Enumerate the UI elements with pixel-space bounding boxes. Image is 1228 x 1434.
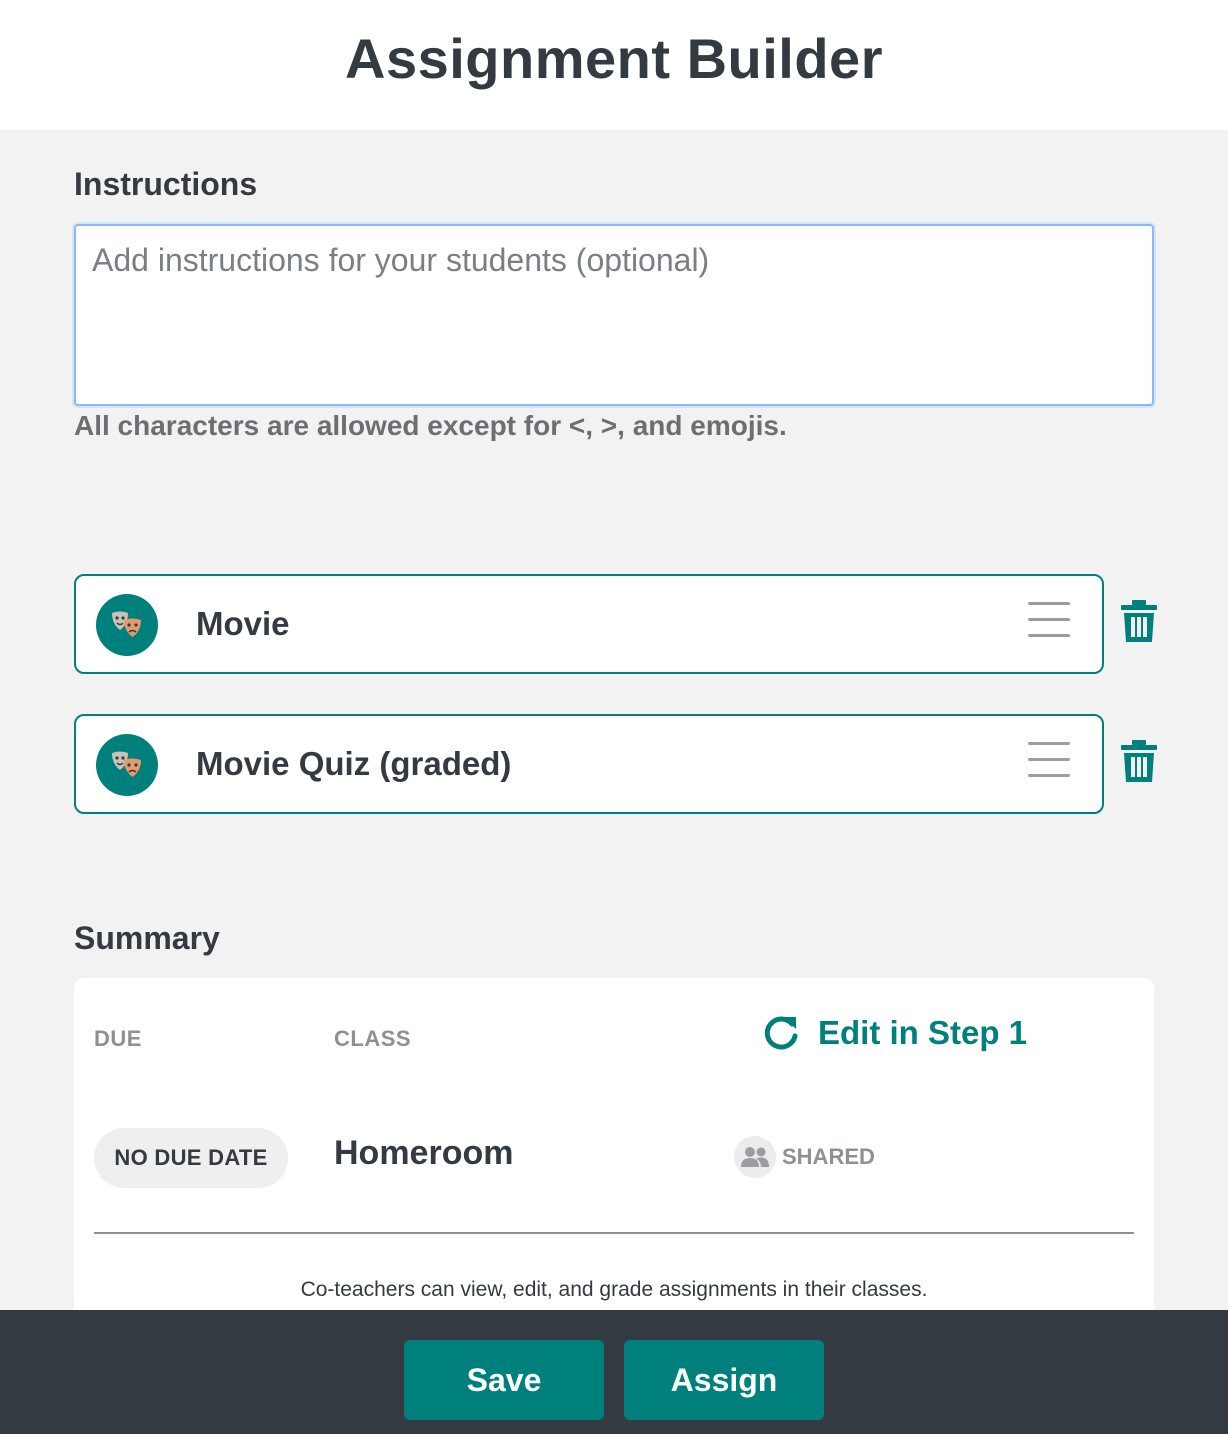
footer-bar: Save Assign [0, 1310, 1228, 1434]
refresh-icon [764, 1016, 798, 1050]
trash-icon[interactable] [1120, 740, 1158, 782]
shared-status: SHARED [734, 1136, 875, 1178]
save-button[interactable]: Save [404, 1340, 604, 1420]
edit-link-label: Edit in Step 1 [818, 1014, 1028, 1051]
instructions-hint: All characters are allowed except for <,… [74, 410, 787, 441]
divider [94, 1232, 1134, 1234]
due-column-header: DUE [94, 1026, 142, 1051]
class-name: Homeroom [334, 1134, 514, 1172]
coteacher-note: Co-teachers can view, edit, and grade as… [300, 1278, 928, 1301]
edit-in-step-1-link[interactable]: Edit in Step 1 [762, 1014, 1027, 1052]
trash-icon[interactable] [1120, 600, 1158, 642]
shared-label: SHARED [782, 1144, 875, 1169]
page-header: Assignment Builder [0, 0, 1228, 130]
people-icon [734, 1136, 776, 1178]
activity-item[interactable]: Movie [74, 574, 1104, 674]
page-title: Assignment Builder [345, 26, 883, 90]
due-date-badge: NO DUE DATE [94, 1128, 288, 1188]
movie-masks-icon [96, 734, 158, 796]
movie-masks-icon [96, 594, 158, 656]
activity-item[interactable]: Movie Quiz (graded) [74, 714, 1104, 814]
activity-name: Movie [196, 605, 290, 642]
assign-button[interactable]: Assign [624, 1340, 824, 1420]
activity-name: Movie Quiz (graded) [196, 745, 512, 782]
drag-handle-icon[interactable] [1028, 742, 1070, 788]
instructions-label: Instructions [74, 166, 258, 202]
instructions-input[interactable] [74, 224, 1154, 406]
drag-handle-icon[interactable] [1028, 602, 1070, 648]
class-column-header: CLASS [334, 1026, 412, 1051]
summary-label: Summary [74, 920, 220, 956]
